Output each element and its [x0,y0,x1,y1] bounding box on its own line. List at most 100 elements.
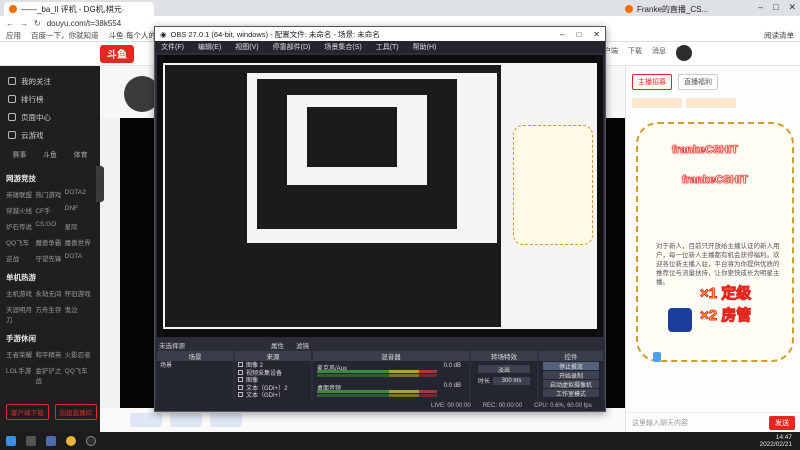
category-item[interactable]: 热门游戏 [35,189,64,199]
obs-preview[interactable] [157,55,603,337]
system-tray-clock[interactable]: 14:47 2022/02/21 [759,434,792,448]
category-item[interactable]: 王者荣耀 [6,349,35,359]
sidebar-item-follow[interactable]: 我的关注 [0,72,100,90]
category-item[interactable]: 逆战 [6,253,35,263]
menu-docks[interactable]: 停靠部件(D) [273,42,311,52]
browser-tab-active[interactable]: ——_ba_ll 评机 - DG机,棋元· [4,2,154,16]
transitions-panel: 淡出 时长 300 ms [471,361,537,401]
category-item[interactable]: QQ飞车 [6,237,35,247]
back-icon[interactable]: ← [6,19,14,28]
sidebar-item-cloud[interactable]: 云游戏 [0,126,100,144]
source-item[interactable]: 文本（GDI+） [235,391,311,399]
gift-item[interactable] [170,413,202,427]
header-link[interactable]: 消息 [652,46,666,56]
steam-icon[interactable] [46,436,56,446]
category-item[interactable]: 鬼泣 [65,304,94,324]
taskview-icon[interactable] [26,436,36,446]
duration-input[interactable]: 300 ms [493,376,530,385]
sources-list: 图像 2 视频采集设备 图像 文本（GDI+）2 文本（GDI+） [235,361,311,401]
category-item[interactable]: 天涯明月刀 [6,304,35,324]
menu-tools[interactable]: 工具(T) [376,42,399,52]
browser-tab-2[interactable]: Franke的直播_CS... [620,2,740,16]
url-field[interactable]: douyu.com/t=38k554 [47,19,122,28]
maximize-icon[interactable]: □ [773,2,778,13]
gift-item[interactable] [130,413,162,427]
close-icon[interactable]: ✕ [788,2,796,13]
category-item[interactable]: CF手 [35,205,64,215]
reading-list[interactable]: 阅读清单 [764,30,794,41]
category-item[interactable]: 永劫无间 [35,288,64,298]
category-item[interactable]: 火影忍者 [65,349,94,359]
sidebar-icon-douyu[interactable]: 斗鱼 [43,150,57,160]
user-avatar[interactable] [676,45,692,61]
category-item[interactable]: DNF [65,205,94,215]
preview-nested-screen [307,107,397,167]
menu-help[interactable]: 帮助(H) [413,42,437,52]
text-source-icon [238,392,243,398]
category-item[interactable]: 魔兽世界 [65,237,94,247]
stop-streaming-button[interactable]: 停止推流 [543,362,599,371]
create-room-button[interactable]: 创建直播间 [54,404,97,420]
download-client-button[interactable]: 客户端下载 [6,404,49,420]
category-item[interactable]: QQ飞车 [65,365,94,385]
minimize-icon[interactable]: – [560,30,564,39]
site-logo[interactable]: 斗鱼 [100,44,134,63]
menu-file[interactable]: 文件(F) [161,42,184,52]
menu-view[interactable]: 视图(V) [235,42,258,52]
category-item[interactable]: 炉石传说 [6,221,35,231]
send-button[interactable]: 发送 [769,415,795,430]
category-item[interactable]: 穿越火线 [6,205,35,215]
studio-mode-button[interactable]: 工作室模式 [543,389,599,398]
maximize-icon[interactable]: □ [576,30,581,39]
gift-item[interactable] [210,413,242,427]
sidebar-collapse-handle[interactable] [96,166,104,202]
rank-bars [626,98,800,108]
obs-window: ◉ OBS 27.0.1 (64-bit, windows) - 配置文件: 未… [154,26,606,412]
close-icon[interactable]: ✕ [593,30,600,39]
category-item[interactable]: 怀旧游戏 [65,288,94,298]
category-item[interactable]: LOL手游 [6,365,35,385]
tab-welfare[interactable]: 直播福利 [678,74,718,90]
scene-item[interactable]: 场景 [157,361,233,369]
sidebar-icon-esports[interactable]: 赛事 [12,150,26,160]
category-item[interactable]: 和平精英 [35,349,64,359]
category-grid: 主机游戏 永劫无间 怀旧游戏 天涯明月刀 方舟生存 鬼泣 [0,286,100,326]
controls-panel: 停止推流 开始录制 启动虚拟摄像机 工作室模式 [539,361,603,401]
category-item[interactable]: 守望先锋 [35,253,64,263]
menu-edit[interactable]: 编辑(E) [198,42,221,52]
category-item[interactable]: CS:GO [35,221,64,231]
category-item[interactable]: 英雄联盟 [6,189,35,199]
sidebar-icon-row: 赛事 斗鱼 体育 [0,144,100,166]
minimize-icon[interactable]: – [758,2,763,13]
windows-start-icon[interactable] [6,436,16,446]
reload-icon[interactable]: ↻ [34,19,41,28]
bookmark-item[interactable]: 应用 [6,30,21,41]
card-reward-1: ×1 定级 [699,285,752,303]
menu-scene-collection[interactable]: 场景集合(S) [324,42,361,52]
tab-recruit[interactable]: 主播招募 [632,74,672,90]
chat-input[interactable]: 这里输入聊天内容 [632,418,688,428]
category-item[interactable]: 金铲铲之战 [35,365,64,385]
category-item[interactable]: 魔兽争霸 [35,237,64,247]
category-item[interactable]: 方舟生存 [35,304,64,324]
category-item[interactable]: 主机游戏 [6,288,35,298]
sidebar-item-center[interactable]: 页面中心 [0,108,100,126]
rec-timer: REC: 00:00:00 [482,403,523,409]
volume-slider[interactable] [317,374,437,377]
category-item[interactable]: DOTA [65,253,94,263]
forward-icon[interactable]: → [20,19,28,28]
category-item[interactable]: 星际 [65,221,94,231]
bookmark-item[interactable]: 百度一下，你就知道 [31,30,99,41]
transition-select[interactable]: 淡出 [478,365,530,374]
start-recording-button[interactable]: 开始录制 [543,371,599,380]
sidebar-item-rank[interactable]: 排行榜 [0,90,100,108]
chrome-icon[interactable] [66,436,76,446]
filters-button[interactable]: 滤镜 [296,340,309,350]
header-link[interactable]: 下载 [628,46,642,56]
obs-icon[interactable] [86,436,96,446]
category-item[interactable]: DOTA2 [65,189,94,199]
sidebar-icon-sports[interactable]: 体育 [74,150,88,160]
properties-button[interactable]: 属性 [271,340,284,350]
virtual-camera-button[interactable]: 启动虚拟摄像机 [543,380,599,389]
volume-slider[interactable] [317,394,437,397]
